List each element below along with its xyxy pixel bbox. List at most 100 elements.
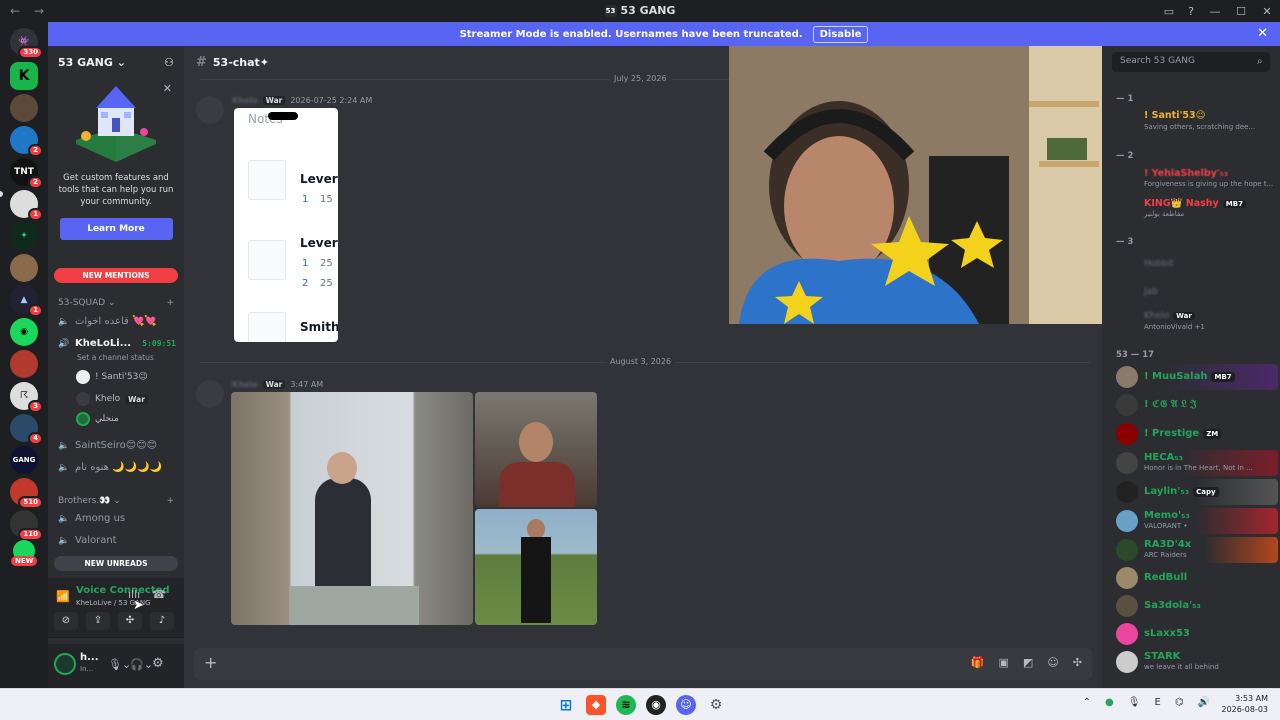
server-icon-14[interactable]: 510	[10, 478, 43, 509]
server-icon-15[interactable]: 110	[10, 510, 43, 541]
message-author[interactable]: Khelo	[232, 380, 258, 389]
taskbar-clock[interactable]: 3:53 AM 2026-08-03	[1222, 693, 1269, 715]
close-banner-icon[interactable]: ✕	[1257, 26, 1268, 41]
headphones-icon[interactable]: 🎧⌄	[130, 658, 153, 671]
member-name[interactable]: Hobbit	[1144, 259, 1174, 269]
notes-screenshot-attachment[interactable]: Notes Lever 1 15 Lever 1 25 2 25 Smith	[234, 108, 338, 342]
message-author[interactable]: Khelo	[232, 96, 258, 105]
member-row[interactable]: HECA₅₃ Honor is in The Heart, Not In ...	[1114, 450, 1278, 476]
voice-channel-4[interactable]: 🔈 هنوه نام 🌙🌙🌙🌙	[58, 462, 176, 473]
learn-more-button[interactable]: Learn More	[59, 218, 173, 240]
member-name[interactable]: ! Santi'53😉	[1144, 110, 1206, 121]
tray-mic-icon[interactable]: 🎙	[1128, 697, 1141, 708]
close-promo-icon[interactable]: ✕	[163, 82, 172, 95]
gift-icon[interactable]: 🎁	[971, 656, 985, 669]
windows-start-icon[interactable]: ⊞	[556, 695, 576, 715]
server-icon-12[interactable]: 4	[10, 414, 43, 445]
server-icon-gang[interactable]: GANG	[10, 446, 38, 474]
settings-gear-icon[interactable]: ⚙	[152, 656, 164, 671]
voice-channel-valorant[interactable]: 🔈 Valorant	[58, 535, 176, 546]
signal-icon[interactable]: 📶	[56, 590, 70, 603]
member-row[interactable]: ! ℭ𝔊 𝔄 𝔏 𝔍	[1114, 392, 1278, 418]
search-icon[interactable]: ⌕	[1257, 56, 1263, 67]
category-53-squad[interactable]: 53-SQUAD ⌄ +	[58, 298, 174, 308]
emoji-icon[interactable]: ☺	[1047, 656, 1058, 669]
message-avatar[interactable]	[196, 380, 224, 408]
voice-channel-saintseiro[interactable]: 🔈 SaintSeiro😊😊😊	[58, 440, 176, 451]
add-member-icon[interactable]: ⚇	[164, 56, 174, 69]
server-icon-5[interactable]: 1	[10, 190, 43, 221]
voice-member[interactable]: Khelo War	[76, 392, 148, 406]
member-row[interactable]: STARK we leave it all behind	[1114, 649, 1278, 675]
activities-button[interactable]: ✣	[118, 612, 142, 630]
server-icon-9[interactable]: ◉	[10, 318, 38, 346]
brave-browser-icon[interactable]: ◆	[586, 695, 606, 715]
member-row[interactable]: KING👑 Nashy MB7	[1144, 198, 1246, 209]
screen-share-button[interactable]: ⇪	[86, 612, 110, 630]
member-row[interactable]: sLaxx53	[1114, 621, 1278, 647]
voice-member[interactable]: منحلي	[76, 412, 119, 426]
user-name[interactable]: h...	[80, 652, 99, 663]
sticker-icon[interactable]: ◩	[1023, 656, 1033, 669]
voice-channel-among-us[interactable]: 🔈 Among us	[58, 513, 176, 524]
server-icon-k[interactable]: K	[10, 62, 38, 90]
camera-off-button[interactable]: ⊘	[54, 612, 78, 630]
member-row[interactable]: RedBull	[1114, 565, 1278, 591]
new-mentions-pill[interactable]: NEW MENTIONS	[54, 268, 178, 283]
tray-chevron-icon[interactable]: ⌃	[1083, 697, 1091, 708]
network-icon[interactable]: ⌬	[1175, 697, 1184, 708]
server-icon-11[interactable]: ☈ 3	[10, 382, 43, 413]
maximize-icon[interactable]: ☐	[1228, 5, 1254, 18]
gif-icon[interactable]: ▣	[999, 656, 1009, 669]
search-input[interactable]: Search 53 GANG	[1112, 52, 1270, 72]
add-channel-icon[interactable]: +	[166, 496, 174, 506]
help-icon[interactable]: ?	[1180, 5, 1202, 18]
microphone-icon[interactable]: 🎙⌄	[108, 658, 131, 671]
channel-status-hint[interactable]: Set a channel status	[77, 353, 154, 362]
obs-icon[interactable]: ◉	[646, 695, 666, 715]
tray-status-icon[interactable]: ●	[1105, 697, 1114, 708]
spotify-icon[interactable]: ≋	[616, 695, 636, 715]
voice-channel-1[interactable]: 🔈 قاعده اخوات 💘💘	[58, 316, 176, 327]
disconnect-icon[interactable]: ☎	[152, 588, 166, 601]
member-row[interactable]: Laylin'₅₃ Capy	[1114, 479, 1278, 505]
add-attachment-icon[interactable]: +	[204, 653, 217, 672]
server-icon-10[interactable]	[10, 350, 38, 378]
server-icon-8[interactable]: ▲ 1	[10, 286, 43, 317]
soundboard-button[interactable]: ♪	[150, 612, 174, 630]
member-row[interactable]: ! MuuSalah MB7	[1114, 364, 1278, 390]
new-unreads-pill[interactable]: NEW UNREADS	[54, 556, 178, 571]
volume-icon[interactable]: 🔊	[1198, 697, 1210, 708]
close-window-icon[interactable]: ✕	[1254, 5, 1280, 18]
user-avatar[interactable]	[54, 653, 76, 675]
server-icon-3[interactable]: 2	[10, 126, 43, 157]
apps-icon[interactable]: ✣	[1073, 656, 1082, 669]
voice-member[interactable]: ! Santi'53😉	[76, 370, 148, 384]
member-name[interactable]: ! YehiaShelby'₅₃	[1144, 168, 1228, 179]
message-avatar[interactable]	[196, 96, 224, 124]
photo-attachment-2[interactable]	[475, 392, 597, 507]
member-row[interactable]: ! Prestige ZM	[1114, 421, 1278, 447]
voice-channel-kheloli[interactable]: 🔊 KheLoLi... 5:09:51	[58, 338, 176, 349]
photo-attachment-3[interactable]	[475, 509, 597, 625]
server-icon-6[interactable]: ✦	[10, 222, 38, 250]
disable-button[interactable]: Disable	[812, 25, 869, 43]
add-channel-icon[interactable]: +	[166, 298, 174, 308]
member-name[interactable]: Jab	[1144, 287, 1158, 297]
discord-taskbar-icon[interactable]: ☺	[676, 695, 696, 715]
settings-icon[interactable]: ⚙	[706, 695, 726, 715]
category-brothers[interactable]: Brothers.👀 ⌄ +	[58, 496, 174, 506]
new-indicator[interactable]: NEW	[11, 556, 38, 566]
server-icon-tnt[interactable]: TNT 2	[10, 158, 43, 189]
photo-attachment-1[interactable]	[231, 392, 473, 625]
member-row[interactable]: Memo'₅₃ VALORANT •	[1114, 508, 1278, 534]
home-button[interactable]: 👾 330	[10, 28, 43, 59]
server-header[interactable]: 53 GANG ⌄ ⚇	[48, 46, 184, 78]
member-row[interactable]: Khelo War	[1144, 311, 1195, 321]
language-indicator[interactable]: E	[1154, 697, 1160, 708]
server-icon-2[interactable]	[10, 94, 38, 122]
minimize-icon[interactable]: —	[1202, 5, 1228, 18]
member-row[interactable]: Sa3dola'₅₃	[1114, 593, 1278, 619]
server-icon-7[interactable]	[10, 254, 38, 282]
inbox-icon[interactable]: ▭	[1158, 5, 1180, 18]
